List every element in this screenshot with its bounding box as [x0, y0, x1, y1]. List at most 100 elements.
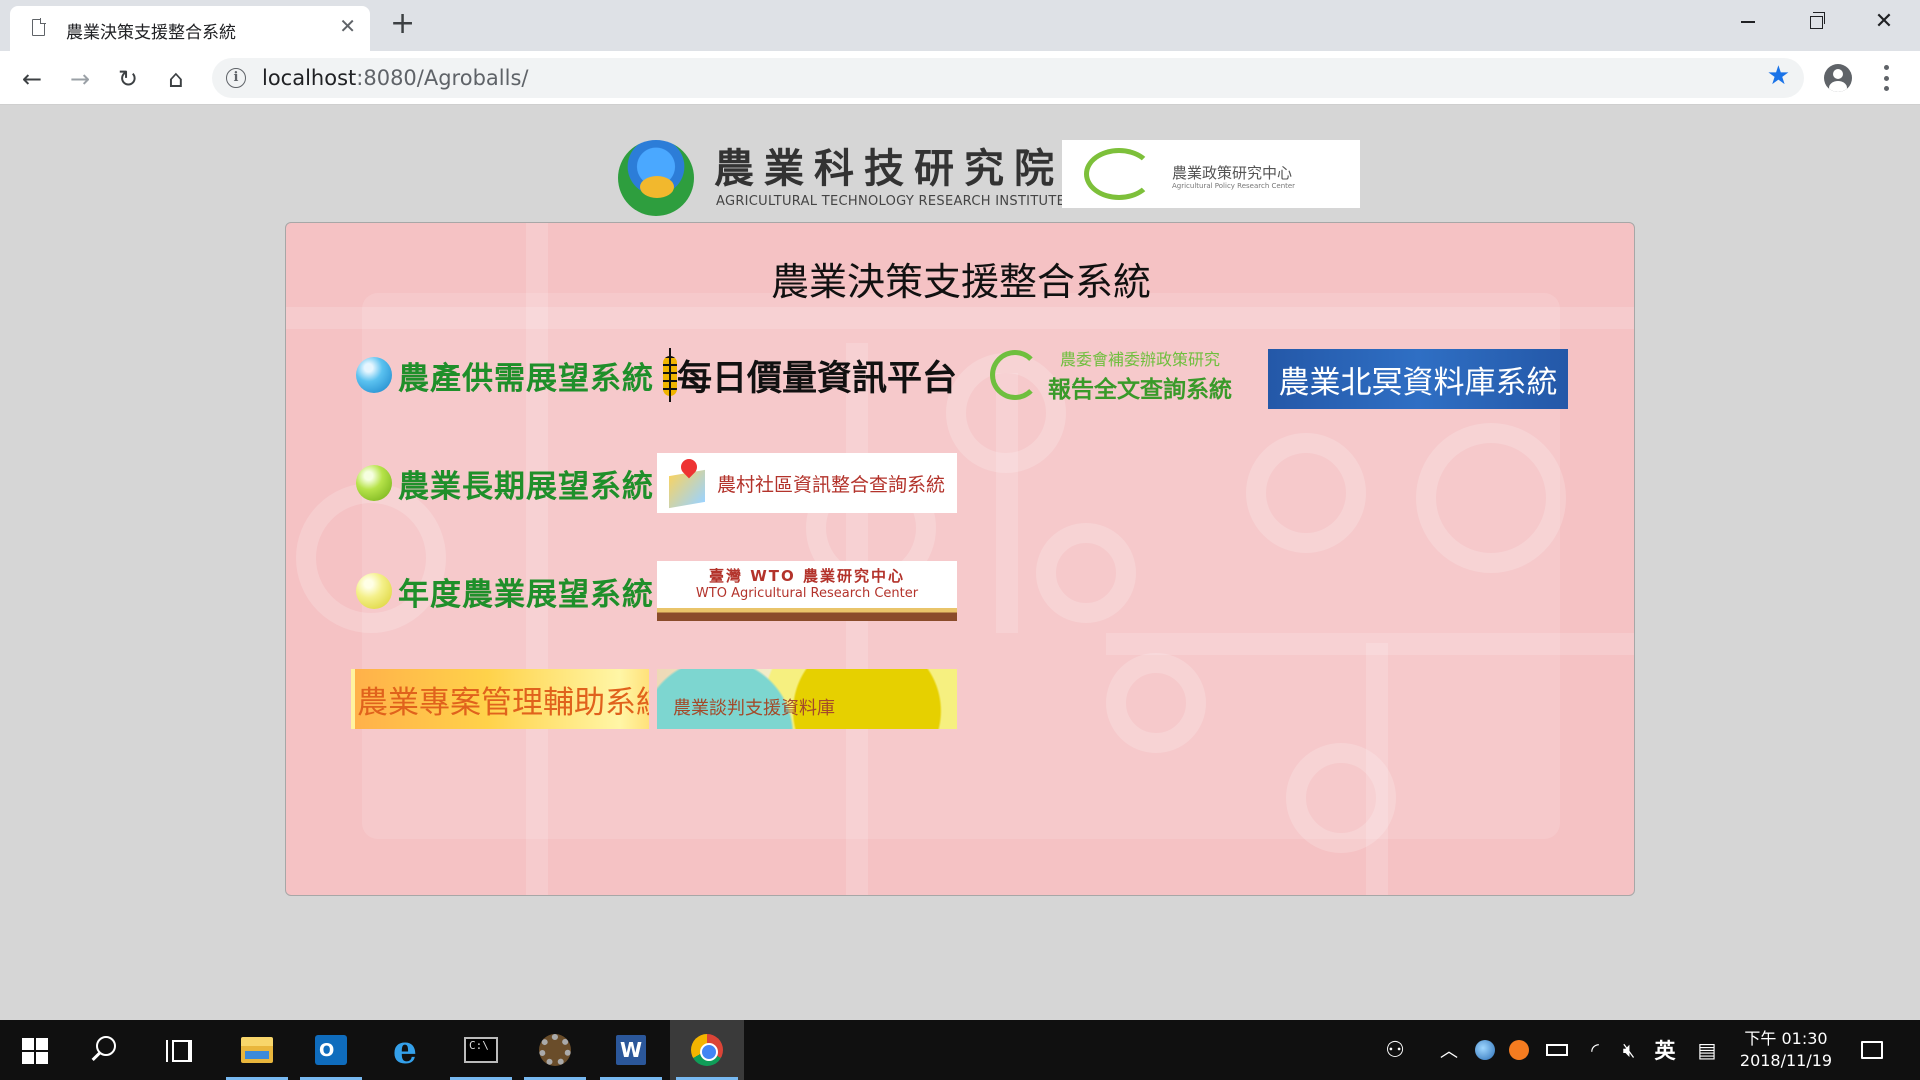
page-icon [32, 18, 46, 36]
browser-toolbar: ← → ↻ ⌂ i localhost:8080/Agroballs/ ★ [0, 51, 1920, 105]
daily-price-platform-label: 每日價量資訊平台 [676, 358, 957, 399]
forward-button[interactable]: → [62, 61, 98, 97]
close-tab-icon[interactable]: ✕ [339, 15, 356, 37]
new-tab-button[interactable]: + [390, 8, 415, 40]
speaker-muted-icon[interactable]: 🔇︎ [1612, 1020, 1646, 1080]
restore-button[interactable] [1786, 6, 1846, 38]
policy-report-search-banner[interactable]: 農委會補委辦政策研究 報告全文查詢系統 [990, 345, 1258, 405]
clock[interactable]: 下午 01:30 2018/11/19 [1732, 1020, 1840, 1080]
word-icon: W [616, 1035, 646, 1065]
wto-research-center-banner[interactable]: 臺灣 WTO 農業研究中心 WTO Agricultural Research … [657, 561, 957, 621]
reload-button[interactable]: ↻ [110, 61, 146, 97]
green-ball-icon [356, 465, 392, 501]
clock-date: 2018/11/19 [1739, 1051, 1833, 1070]
systems-panel: 農業決策支援整合系統 農產供需展望系統 農業長期展望系統 年度農業展望系統 每日… [285, 222, 1635, 896]
close-window-button[interactable]: ✕ [1854, 6, 1914, 38]
chrome-icon [691, 1034, 723, 1066]
aprc-emblem-icon [990, 350, 1040, 400]
ari-english-name: AGRICULTURAL TECHNOLOGY RESEARCH INSTITU… [716, 194, 1066, 209]
wto-chinese-name: 臺灣 WTO 農業研究中心 [709, 567, 905, 585]
tab-strip: 農業決策支援整合系統 ✕ + ✕ [0, 0, 1920, 51]
command-prompt-icon: C:\ [464, 1037, 498, 1063]
profile-icon[interactable] [1824, 64, 1852, 92]
url-host: localhost [262, 66, 357, 90]
home-icon: ⌂ [168, 65, 184, 93]
reload-icon: ↻ [117, 65, 139, 93]
address-bar[interactable]: i localhost:8080/Agroballs/ ★ [212, 58, 1804, 98]
search-icon[interactable] [96, 1036, 116, 1056]
taskbar-file-explorer[interactable] [220, 1020, 294, 1080]
antivirus-icon[interactable] [1504, 1020, 1534, 1080]
close-icon: ✕ [1874, 9, 1894, 34]
globe-icon[interactable] [1470, 1020, 1500, 1080]
menu-icon[interactable] [1884, 65, 1890, 91]
supply-demand-outlook-link[interactable]: 農產供需展望系統 [356, 345, 654, 405]
annual-outlook-label: 年度農業展望系統 [398, 576, 654, 613]
supply-demand-outlook-label: 農產供需展望系統 [398, 360, 654, 397]
map-pin-icon [667, 459, 707, 507]
people-icon[interactable]: ⚇ [1378, 1020, 1412, 1080]
internet-explorer-icon: e [392, 1027, 418, 1072]
taskbar-word[interactable]: W [594, 1020, 668, 1080]
gear-icon [539, 1034, 571, 1066]
restore-icon [1809, 11, 1825, 29]
report-title: 報告全文查詢系統 [1048, 377, 1232, 403]
browser-tab[interactable]: 農業決策支援整合系統 ✕ [10, 6, 370, 51]
home-button[interactable]: ⌂ [158, 61, 194, 97]
ime-mode-indicator[interactable]: 英 [1648, 1020, 1682, 1080]
long-term-outlook-label: 農業長期展望系統 [398, 468, 654, 505]
url-text[interactable]: localhost:8080/Agroballs/ [262, 66, 528, 90]
folder-icon [241, 1037, 273, 1063]
long-term-outlook-link[interactable]: 農業長期展望系統 [356, 453, 654, 513]
arrow-left-icon: ← [21, 65, 43, 93]
task-view-icon[interactable] [166, 1040, 192, 1062]
daily-price-platform-banner[interactable]: 每日價量資訊平台 [657, 345, 957, 405]
report-subtitle: 農委會補委辦政策研究 [1059, 350, 1220, 369]
ari-emblem-icon [618, 140, 694, 216]
project-management-label: 農業專案管理輔助系統 [357, 684, 649, 721]
rural-community-info-label: 農村社區資訊整合查詢系統 [717, 473, 946, 496]
page-viewport: 農業科技研究院 AGRICULTURAL TECHNOLOGY RESEARCH… [0, 106, 1920, 1020]
battery-icon[interactable] [1540, 1020, 1574, 1080]
wheat-icon [657, 348, 677, 402]
page-title: 農業決策支援整合系統 [770, 260, 1151, 304]
outlook-icon: O [315, 1035, 347, 1065]
back-button[interactable]: ← [14, 61, 50, 97]
blue-ball-icon [356, 357, 392, 393]
bookmark-star-icon[interactable]: ★ [1767, 61, 1790, 91]
notification-center-icon[interactable] [1852, 1020, 1892, 1080]
url-path: :8080/Agroballs/ [356, 66, 529, 90]
taskbar-command-prompt[interactable]: C:\ [444, 1020, 518, 1080]
wifi-icon[interactable]: ◜ [1578, 1020, 1612, 1080]
ari-logo[interactable]: 農業科技研究院 AGRICULTURAL TECHNOLOGY RESEARCH… [618, 136, 1065, 216]
negotiation-database-banner[interactable]: 農業談判支援資料庫 [657, 669, 957, 729]
taskbar-outlook[interactable]: O [294, 1020, 368, 1080]
tab-title: 農業決策支援整合系統 [66, 23, 236, 43]
taskbar-internet-explorer[interactable]: e [368, 1020, 442, 1080]
arrow-right-icon: → [69, 65, 91, 93]
taskbar: O e C:\ W ⚇ ︿ ◜ 🔇︎ 英 ▤ 下午 01:30 2018/11/… [0, 1020, 1920, 1080]
chevron-up-icon[interactable]: ︿ [1434, 1020, 1464, 1080]
aprc-logo[interactable]: 農業政策研究中心 Agricultural Policy Research Ce… [1062, 140, 1360, 208]
beiming-database-label: 農業北冥資料庫系統 [1278, 364, 1558, 401]
taskbar-chrome[interactable] [670, 1020, 744, 1080]
aprc-emblem-icon [1084, 148, 1154, 200]
beiming-database-banner[interactable]: 農業北冥資料庫系統 [1268, 349, 1568, 409]
wto-english-name: WTO Agricultural Research Center [695, 586, 919, 601]
ime-pad-icon[interactable]: ▤ [1690, 1020, 1724, 1080]
clock-time: 下午 01:30 [1744, 1029, 1828, 1048]
aprc-name: 農業政策研究中心 [1172, 164, 1293, 182]
ari-name: 農業科技研究院 [714, 145, 1064, 192]
minimize-button[interactable] [1718, 6, 1778, 38]
aprc-english-name: Agricultural Policy Research Center [1172, 182, 1296, 190]
project-management-banner[interactable]: 農業專案管理輔助系統 [351, 669, 649, 729]
info-icon[interactable]: i [226, 68, 246, 88]
yellow-ball-icon [356, 573, 392, 609]
negotiation-database-label: 農業談判支援資料庫 [673, 698, 835, 719]
taskbar-gear-app[interactable] [518, 1020, 592, 1080]
annual-outlook-link[interactable]: 年度農業展望系統 [356, 561, 654, 621]
report-text: 農委會補委辦政策研究 報告全文查詢系統 [1048, 346, 1232, 404]
rural-community-info-banner[interactable]: 農村社區資訊整合查詢系統 [657, 453, 957, 513]
windows-start-icon[interactable] [22, 1038, 48, 1064]
minimize-icon [1741, 21, 1755, 23]
